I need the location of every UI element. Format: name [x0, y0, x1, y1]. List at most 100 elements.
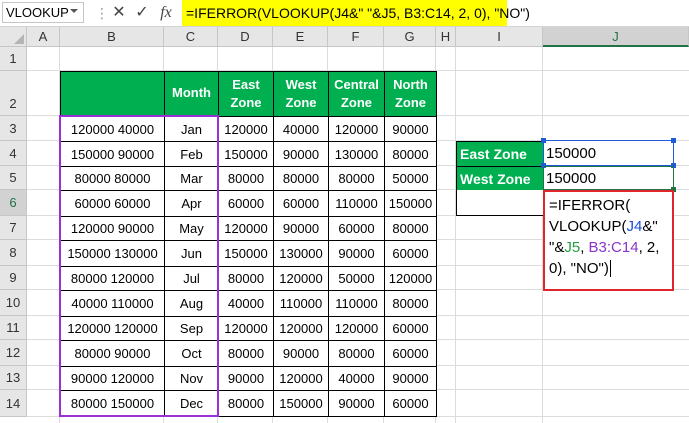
formula-input[interactable]: =IFERROR(VLOOKUP(J4&" "&J5, B3:C14, 2, 0…: [182, 0, 530, 26]
table-cell-east[interactable]: 90000: [218, 366, 274, 391]
row-header-6[interactable]: 6: [0, 190, 27, 216]
lookup-result-cell[interactable]: [456, 190, 544, 216]
table-cell-north[interactable]: 80000: [384, 216, 437, 241]
row-header-4[interactable]: 4: [0, 141, 27, 166]
table-cell-east[interactable]: 150000: [218, 240, 274, 267]
row-header-7[interactable]: 7: [0, 216, 27, 240]
table-cell-east[interactable]: 120000: [218, 216, 274, 241]
table-cell-north[interactable]: 60000: [384, 390, 437, 417]
table-cell-north[interactable]: 150000: [384, 190, 437, 217]
row-header-13[interactable]: 13: [0, 366, 27, 390]
column-header-a[interactable]: A: [27, 27, 60, 47]
row-header-8[interactable]: 8: [0, 240, 27, 266]
formula-part: =IFERROR(: [549, 197, 631, 214]
table-cell-north[interactable]: 90000: [384, 366, 437, 391]
table-cell-west[interactable]: 90000: [273, 216, 329, 241]
formula-ref-j5: J5: [564, 239, 581, 256]
table-cell-east[interactable]: 80000: [218, 166, 274, 191]
column-header-g[interactable]: G: [384, 27, 436, 47]
table-cell-east[interactable]: 120000: [218, 116, 274, 142]
table-cell-north[interactable]: 50000: [384, 166, 437, 191]
table-cell-west[interactable]: 120000: [273, 366, 329, 391]
table-cell-central[interactable]: 110000: [328, 290, 385, 317]
select-all-icon: [14, 34, 24, 44]
table-cell-north[interactable]: 80000: [384, 290, 437, 317]
column-header-b[interactable]: B: [60, 27, 164, 47]
table-header-central-zone[interactable]: Central Zone: [328, 71, 385, 117]
table-cell-north[interactable]: 90000: [384, 116, 437, 142]
range-handle[interactable]: [541, 138, 546, 143]
row-header-9[interactable]: 9: [0, 266, 27, 290]
table-header-month[interactable]: Month: [164, 71, 219, 117]
header-line: East: [232, 77, 260, 92]
east-zone-label[interactable]: East Zone: [456, 141, 544, 167]
range-highlight-j4: [543, 140, 674, 166]
table-cell-central[interactable]: 50000: [328, 266, 385, 291]
west-zone-label[interactable]: West Zone: [456, 166, 544, 191]
row-header-1[interactable]: 1: [0, 47, 27, 71]
column-header-i[interactable]: I: [456, 27, 543, 47]
range-highlight-b3-c14: [59, 115, 219, 417]
range-handle[interactable]: [671, 138, 676, 143]
row-header-10[interactable]: 10: [0, 290, 27, 316]
row-header-3[interactable]: 3: [0, 116, 27, 141]
table-cell-west[interactable]: 90000: [273, 340, 329, 367]
table-cell-central[interactable]: 90000: [328, 240, 385, 267]
table-cell-central[interactable]: 40000: [328, 366, 385, 391]
table-cell-north[interactable]: 60000: [384, 340, 437, 367]
insert-function-icon[interactable]: fx: [155, 3, 177, 23]
row-header-14[interactable]: 14: [0, 390, 27, 417]
table-cell-east[interactable]: 80000: [218, 390, 274, 417]
table-cell-central[interactable]: 120000: [328, 116, 385, 142]
column-header-e[interactable]: E: [273, 27, 328, 47]
column-header-c[interactable]: C: [164, 27, 218, 47]
name-box-dropdown-icon[interactable]: [70, 9, 78, 13]
row-header-2[interactable]: 2: [0, 71, 27, 116]
enter-icon[interactable]: ✓: [133, 3, 151, 23]
table-header-east-zone[interactable]: East Zone: [218, 71, 274, 117]
table-cell-east[interactable]: 60000: [218, 190, 274, 217]
column-header-h[interactable]: H: [436, 27, 456, 47]
table-cell-north[interactable]: 60000: [384, 240, 437, 267]
table-cell-north[interactable]: 80000: [384, 141, 437, 167]
table-cell-central[interactable]: 120000: [328, 316, 385, 341]
table-cell-central[interactable]: 90000: [328, 390, 385, 417]
table-cell-west[interactable]: 120000: [273, 316, 329, 341]
table-cell-east[interactable]: 80000: [218, 266, 274, 291]
table-cell-east[interactable]: 120000: [218, 316, 274, 341]
table-cell-east[interactable]: 40000: [218, 290, 274, 317]
table-cell-east[interactable]: 150000: [218, 141, 274, 167]
table-cell-west[interactable]: 110000: [273, 290, 329, 317]
table-cell-central[interactable]: 60000: [328, 216, 385, 241]
column-header-j[interactable]: J: [543, 27, 689, 47]
table-cell-west[interactable]: 120000: [273, 266, 329, 291]
table-cell-central[interactable]: 110000: [328, 190, 385, 217]
row-header-12[interactable]: 12: [0, 340, 27, 366]
table-cell-north[interactable]: 60000: [384, 316, 437, 341]
cell-j6-formula-editor[interactable]: =IFERROR( VLOOKUP(J4&" "&J5, B3:C14, 2, …: [543, 190, 674, 291]
table-cell-west[interactable]: 90000: [273, 141, 329, 167]
table-header-north-zone[interactable]: North Zone: [384, 71, 437, 117]
table-cell-east[interactable]: 80000: [218, 340, 274, 367]
table-cell-central[interactable]: 130000: [328, 141, 385, 167]
table-cell-west[interactable]: 130000: [273, 240, 329, 267]
cancel-icon[interactable]: ✕: [110, 3, 128, 23]
table-header-west-zone[interactable]: West Zone: [273, 71, 329, 117]
formula-part: "&: [549, 239, 565, 256]
formula-part: VLOOKUP(: [549, 218, 627, 235]
header-line: Zone: [285, 95, 317, 110]
column-header-d[interactable]: D: [218, 27, 273, 47]
table-cell-west[interactable]: 40000: [273, 116, 329, 142]
table-cell-north[interactable]: 120000: [384, 266, 437, 291]
formula-ref-j4: J4: [626, 218, 643, 235]
table-cell-central[interactable]: 80000: [328, 166, 385, 191]
table-cell-west[interactable]: 150000: [273, 390, 329, 417]
table-cell-west[interactable]: 80000: [273, 166, 329, 191]
header-line: Zone: [340, 95, 373, 110]
column-header-f[interactable]: F: [328, 27, 384, 47]
row-header-11[interactable]: 11: [0, 316, 27, 340]
table-cell-west[interactable]: 60000: [273, 190, 329, 217]
row-header-5[interactable]: 5: [0, 166, 27, 190]
table-cell-central[interactable]: 80000: [328, 340, 385, 367]
table-header-blank[interactable]: [60, 71, 165, 117]
